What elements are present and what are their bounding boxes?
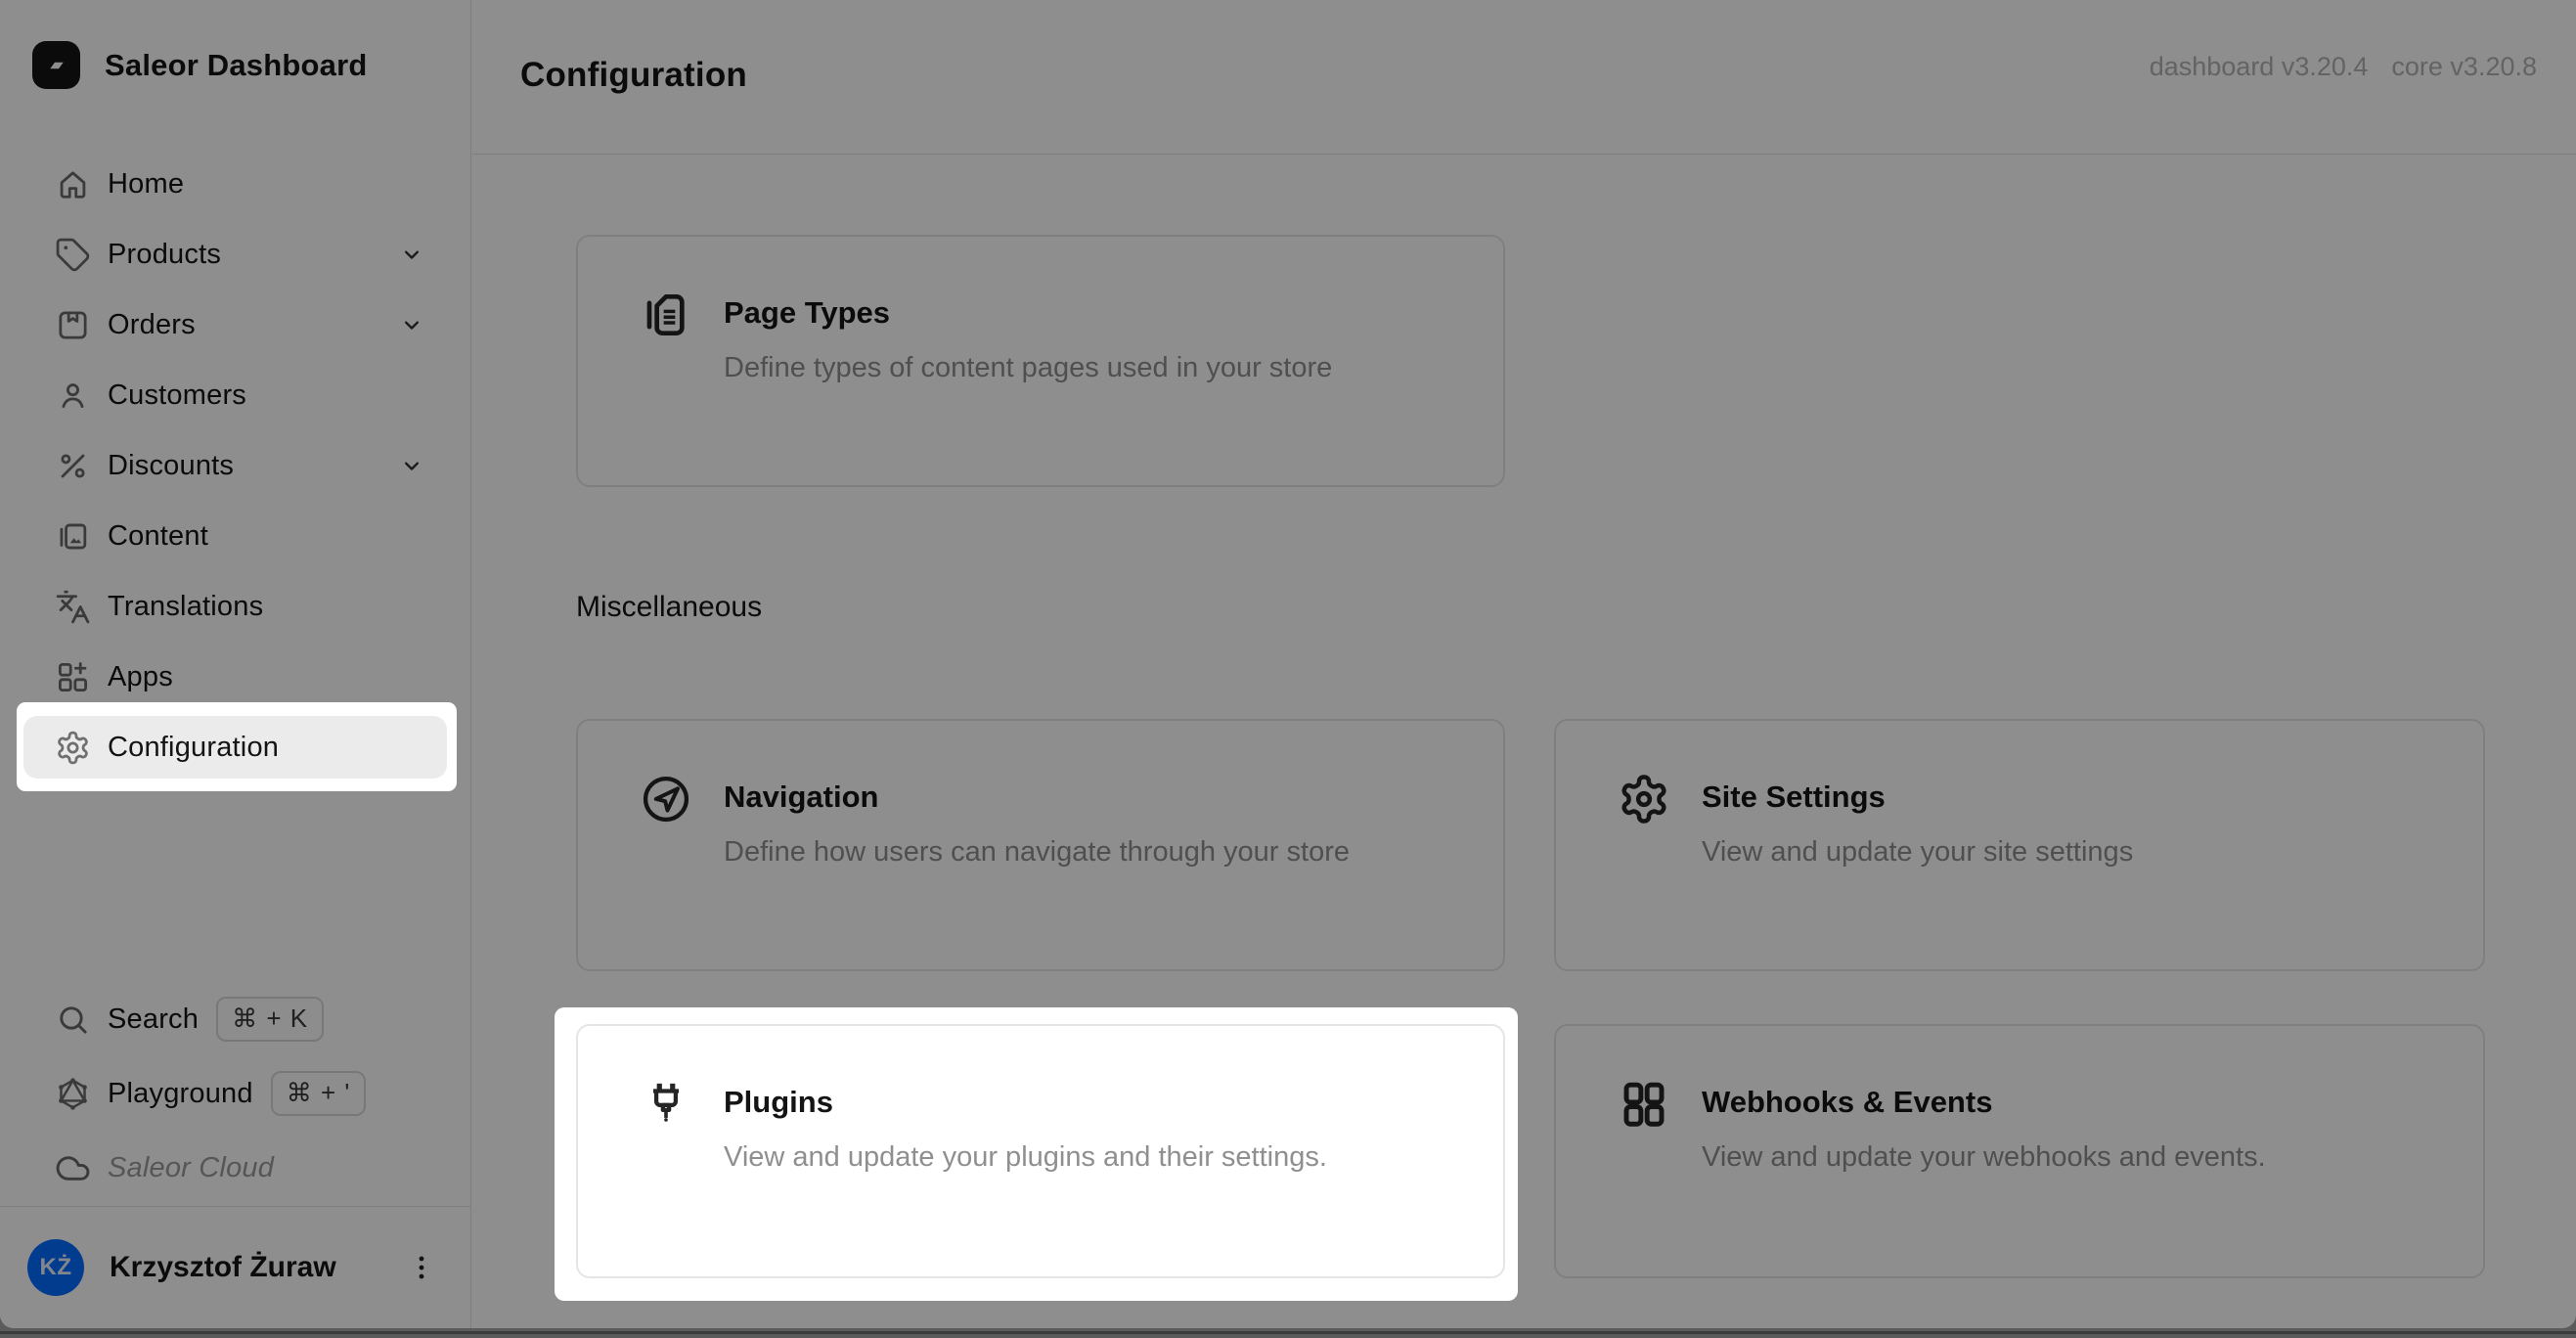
sidebar-item-label: Customers (108, 379, 246, 411)
playground-button[interactable]: Playground ⌘ + ' (23, 1062, 447, 1125)
chevron-down-icon (398, 452, 425, 479)
brand[interactable]: Saleor Dashboard (32, 41, 368, 89)
avatar: KŻ (27, 1239, 84, 1296)
card-title: Webhooks & Events (1702, 1085, 1993, 1119)
card-navigation[interactable]: Navigation Define how users can navigate… (576, 719, 1505, 971)
section-heading-miscellaneous: Miscellaneous (576, 591, 763, 623)
package-icon (55, 307, 91, 343)
brand-name: Saleor Dashboard (105, 47, 368, 82)
sidebar-item-label: Apps (108, 660, 173, 692)
main-area: Configuration dashboard v3.20.4 core v3.… (472, 0, 2576, 1328)
search-button[interactable]: Search ⌘ + K (23, 988, 447, 1050)
playground-shortcut-badge: ⌘ + ' (270, 1071, 367, 1116)
card-site-settings[interactable]: Site Settings View and update your site … (1554, 719, 2485, 971)
sidebar-tools: Search ⌘ + K Playground ⌘ + ' Saleor Clo… (23, 988, 447, 1211)
user-name: Krzysztof Żuraw (110, 1251, 336, 1283)
page-header: Configuration dashboard v3.20.4 core v3.… (472, 0, 2576, 155)
grid-icon (1615, 1075, 1673, 1134)
plug-icon (637, 1075, 695, 1134)
card-plugins[interactable]: Plugins View and update your plugins and… (576, 1024, 1505, 1278)
kebab-menu-icon[interactable] (398, 1244, 445, 1291)
sidebar-nav: Home Products Orders Customers Discounts… (23, 153, 447, 786)
tool-label: Search (108, 1003, 200, 1035)
saleor-cloud-link[interactable]: Saleor Cloud (23, 1137, 447, 1199)
navigation-icon (637, 770, 695, 828)
sidebar-item-apps[interactable]: Apps (23, 646, 447, 708)
sidebar-item-products[interactable]: Products (23, 223, 447, 286)
sidebar-item-label: Orders (108, 308, 196, 340)
sidebar-item-label: Content (108, 519, 208, 552)
sidebar-item-home[interactable]: Home (23, 153, 447, 215)
search-icon (55, 1002, 91, 1038)
card-title: Site Settings (1702, 780, 1886, 814)
sidebar-item-label: Products (108, 238, 222, 270)
card-description: View and update your site settings (1702, 836, 2134, 868)
person-icon (55, 378, 91, 414)
page-types-icon (637, 286, 695, 344)
tool-label: Saleor Cloud (108, 1151, 275, 1183)
sidebar: Saleor Dashboard Home Products Orders Cu… (0, 0, 471, 1328)
tool-label: Playground (108, 1077, 253, 1109)
page-title: Configuration (520, 56, 747, 94)
chevron-down-icon (398, 241, 425, 268)
card-description: View and update your plugins and their s… (724, 1141, 1327, 1173)
sidebar-item-label: Translations (108, 590, 264, 622)
media-folder-icon (55, 518, 91, 555)
grid-plus-icon (55, 659, 91, 695)
sidebar-item-translations[interactable]: Translations (23, 575, 447, 638)
gear-icon (1615, 770, 1673, 828)
sidebar-item-label: Home (108, 167, 185, 200)
card-page-types[interactable]: Page Types Define types of content pages… (576, 235, 1505, 487)
sidebar-item-label: Discounts (108, 449, 235, 481)
sidebar-item-label: Configuration (108, 731, 280, 763)
sidebar-item-customers[interactable]: Customers (23, 364, 447, 426)
sidebar-item-content[interactable]: Content (23, 505, 447, 567)
card-description: Define how users can navigate through yo… (724, 836, 1350, 868)
app-window: Saleor Dashboard Home Products Orders Cu… (0, 0, 2576, 1328)
card-title: Plugins (724, 1085, 833, 1119)
percent-icon (55, 448, 91, 484)
dashboard-version: dashboard v3.20.4 (2149, 52, 2369, 81)
saleor-dashboard-screenshot: { "app": { "brand": "Saleor Dashboard" }… (0, 0, 2576, 1338)
chevron-down-icon (398, 311, 425, 338)
cloud-icon (55, 1150, 91, 1186)
card-title: Navigation (724, 780, 879, 814)
version-info: dashboard v3.20.4 core v3.20.8 (2150, 52, 2537, 82)
languages-icon (55, 589, 91, 625)
card-title: Page Types (724, 295, 891, 330)
core-version: core v3.20.8 (2391, 52, 2537, 81)
sidebar-item-orders[interactable]: Orders (23, 293, 447, 356)
search-shortcut-badge: ⌘ + K (216, 997, 325, 1042)
user-menu[interactable]: KŻ Krzysztof Żuraw (0, 1206, 470, 1328)
gear-icon (55, 730, 91, 766)
sidebar-item-configuration[interactable]: Configuration (23, 716, 447, 779)
sidebar-item-discounts[interactable]: Discounts (23, 434, 447, 497)
home-icon (55, 166, 91, 202)
saleor-logo-icon (32, 41, 80, 89)
card-description: Define types of content pages used in yo… (724, 352, 1333, 383)
tag-icon (55, 237, 91, 273)
card-webhooks-events[interactable]: Webhooks & Events View and update your w… (1554, 1024, 2485, 1278)
window-bottom-edge (0, 1331, 2576, 1334)
graphql-icon (55, 1076, 91, 1112)
card-description: View and update your webhooks and events… (1702, 1141, 2266, 1173)
